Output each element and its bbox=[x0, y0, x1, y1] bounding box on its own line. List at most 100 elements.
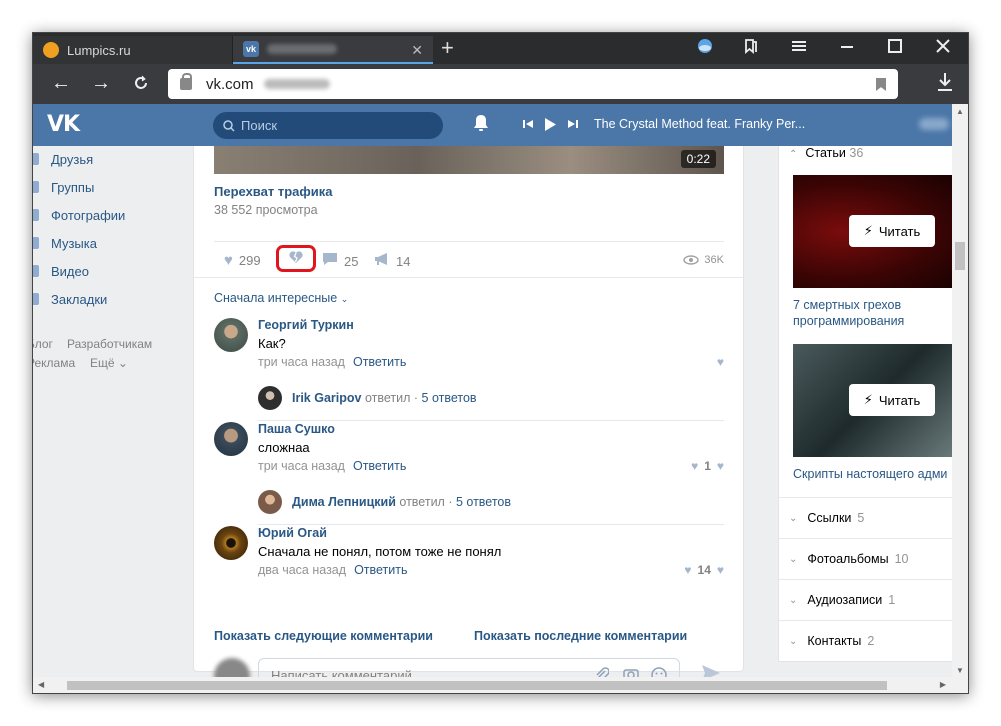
nav-item-photos[interactable]: Фотографии bbox=[33, 205, 125, 225]
like-button[interactable]: ♥ 299 bbox=[224, 252, 261, 269]
comments-sort-dropdown[interactable]: Сначала интересные ⌄ bbox=[214, 291, 348, 305]
section-label: Контакты bbox=[807, 634, 862, 648]
browser-window: Lumpics.ru vk ✕ + ← → vk.com VK Поиск Th… bbox=[32, 32, 969, 694]
megaphone-icon bbox=[374, 252, 390, 270]
comment-like[interactable]: ♥ 1 ♥ bbox=[691, 459, 724, 473]
notifications-bell-icon[interactable] bbox=[473, 114, 489, 132]
minimize-button[interactable] bbox=[835, 38, 859, 59]
reply-count: 5 ответов bbox=[455, 495, 512, 509]
section-links[interactable]: ⌄ Ссылки 5 bbox=[779, 497, 954, 538]
lumpics-favicon-icon bbox=[43, 42, 59, 58]
reply-link[interactable]: Ответить bbox=[353, 459, 406, 473]
section-audio[interactable]: ⌄ Аудиозаписи 1 bbox=[779, 579, 954, 620]
articles-count: 36 bbox=[849, 146, 864, 160]
article-cover[interactable]: ⚡ Читать bbox=[793, 344, 954, 457]
avatar[interactable] bbox=[214, 318, 248, 352]
user-menu-blurred[interactable] bbox=[919, 118, 949, 130]
dislike-button[interactable] bbox=[276, 245, 316, 272]
address-bar: ← → vk.com bbox=[33, 64, 968, 104]
scroll-thumb[interactable] bbox=[955, 242, 965, 270]
scroll-thumb[interactable] bbox=[67, 681, 887, 690]
comment-meta: три часа назад Ответить bbox=[258, 355, 406, 369]
nav-label: Видео bbox=[51, 263, 89, 279]
show-last-comments-link[interactable]: Показать последние комментарии bbox=[474, 629, 687, 643]
footer-link-developers[interactable]: Разработчикам bbox=[67, 337, 152, 351]
avatar[interactable] bbox=[214, 422, 248, 456]
scroll-left-arrow-icon[interactable]: ◀ bbox=[38, 680, 44, 689]
comment-button[interactable]: 25 bbox=[322, 252, 358, 270]
heart-icon: ♥ bbox=[684, 563, 692, 577]
articles-header[interactable]: ⌃ Статьи 36 bbox=[789, 146, 863, 160]
nav-label: Группы bbox=[51, 179, 95, 195]
close-window-button[interactable] bbox=[931, 38, 955, 59]
new-tab-button[interactable]: + bbox=[441, 37, 454, 59]
bookmarks-panel-icon[interactable] bbox=[739, 38, 763, 59]
forward-arrow-icon[interactable]: → bbox=[89, 72, 113, 94]
comment-author[interactable]: Георгий Туркин bbox=[258, 318, 354, 332]
comment-text: Как? bbox=[258, 336, 286, 351]
download-icon[interactable] bbox=[936, 72, 954, 98]
vk-logo[interactable]: VK bbox=[47, 112, 80, 137]
reply-link[interactable]: Ответить bbox=[354, 563, 407, 577]
tab-vk[interactable]: vk ✕ bbox=[233, 36, 433, 64]
close-tab-icon[interactable]: ✕ bbox=[411, 42, 423, 59]
back-arrow-icon[interactable]: ← bbox=[49, 72, 73, 94]
nav-label: Музыка bbox=[51, 235, 97, 251]
reply-verb: ответил bbox=[399, 495, 445, 509]
read-article-button[interactable]: ⚡ Читать bbox=[849, 384, 935, 416]
show-next-comments-link[interactable]: Показать следующие комментарии bbox=[214, 629, 433, 643]
track-title[interactable]: The Crystal Method feat. Franky Per... bbox=[594, 117, 805, 131]
read-article-button[interactable]: ⚡ Читать bbox=[849, 215, 935, 247]
nav-item-friends[interactable]: Друзья bbox=[33, 149, 93, 169]
search-input[interactable]: Поиск bbox=[213, 112, 443, 139]
comment-time: три часа назад bbox=[258, 459, 345, 473]
next-track-icon[interactable] bbox=[568, 119, 578, 129]
comment-like[interactable]: ♥ bbox=[717, 355, 724, 369]
footer-link-more[interactable]: Ещё ⌄ bbox=[90, 356, 128, 370]
footer-link-blog[interactable]: Блог bbox=[33, 337, 53, 351]
likes-count: 299 bbox=[238, 253, 261, 268]
url-field[interactable]: vk.com bbox=[168, 69, 898, 99]
footer-link-ads[interactable]: Реклама bbox=[33, 356, 75, 370]
tab-lumpics[interactable]: Lumpics.ru bbox=[33, 36, 233, 64]
article-title[interactable]: 7 смертных грехов программирования bbox=[793, 297, 953, 329]
avatar bbox=[258, 490, 282, 514]
maximize-button[interactable] bbox=[883, 38, 907, 59]
photos-icon bbox=[33, 209, 39, 221]
horizontal-scrollbar[interactable]: ◀ ▶ bbox=[33, 677, 968, 693]
nav-item-bookmarks[interactable]: Закладки bbox=[33, 289, 107, 309]
reload-icon[interactable] bbox=[129, 72, 153, 97]
article-cover[interactable]: ⚡ Читать bbox=[793, 175, 954, 288]
video-thumbnail[interactable]: 0:22 bbox=[214, 146, 724, 174]
articles-label: Статьи bbox=[805, 146, 846, 160]
nav-item-groups[interactable]: Группы bbox=[33, 177, 94, 197]
reply-link[interactable]: Ответить bbox=[353, 355, 406, 369]
share-button[interactable]: 14 bbox=[374, 252, 410, 270]
reply-thread[interactable]: Irik Garipov ответил · 5 ответов bbox=[258, 386, 724, 410]
scroll-up-arrow-icon[interactable]: ▲ bbox=[956, 107, 964, 116]
section-contacts[interactable]: ⌄ Контакты 2 bbox=[779, 620, 954, 661]
scroll-down-arrow-icon[interactable]: ▼ bbox=[956, 666, 964, 675]
vk-favicon-icon: vk bbox=[243, 41, 259, 57]
play-icon[interactable] bbox=[545, 117, 556, 131]
comment-author[interactable]: Паша Сушко bbox=[258, 422, 335, 436]
comment-author[interactable]: Юрий Огай bbox=[258, 526, 327, 540]
weather-icon[interactable] bbox=[693, 38, 717, 59]
avatar[interactable] bbox=[214, 526, 248, 560]
scroll-right-arrow-icon[interactable]: ▶ bbox=[940, 680, 946, 689]
sort-label: Сначала интересные bbox=[214, 291, 338, 305]
video-title[interactable]: Перехват трафика bbox=[214, 184, 332, 199]
divider bbox=[194, 277, 743, 278]
section-photo-albums[interactable]: ⌄ Фотоальбомы 10 bbox=[779, 538, 954, 579]
nav-item-music[interactable]: Музыка bbox=[33, 233, 97, 253]
reply-thread[interactable]: Дима Лепницкий ответил · 5 ответов bbox=[258, 490, 724, 514]
section-label: Ссылки bbox=[807, 511, 852, 525]
bookmark-icon[interactable] bbox=[876, 78, 886, 91]
nav-item-video[interactable]: Видео bbox=[33, 261, 89, 281]
article-title[interactable]: Скрипты настоящего адми bbox=[793, 466, 953, 482]
menu-icon[interactable] bbox=[787, 38, 811, 59]
comment-like[interactable]: ♥ 14 ♥ bbox=[684, 563, 724, 577]
vertical-scrollbar[interactable]: ▲ ▼ bbox=[952, 104, 968, 678]
prev-track-icon[interactable] bbox=[523, 119, 533, 129]
views-count: 36K bbox=[704, 254, 724, 266]
